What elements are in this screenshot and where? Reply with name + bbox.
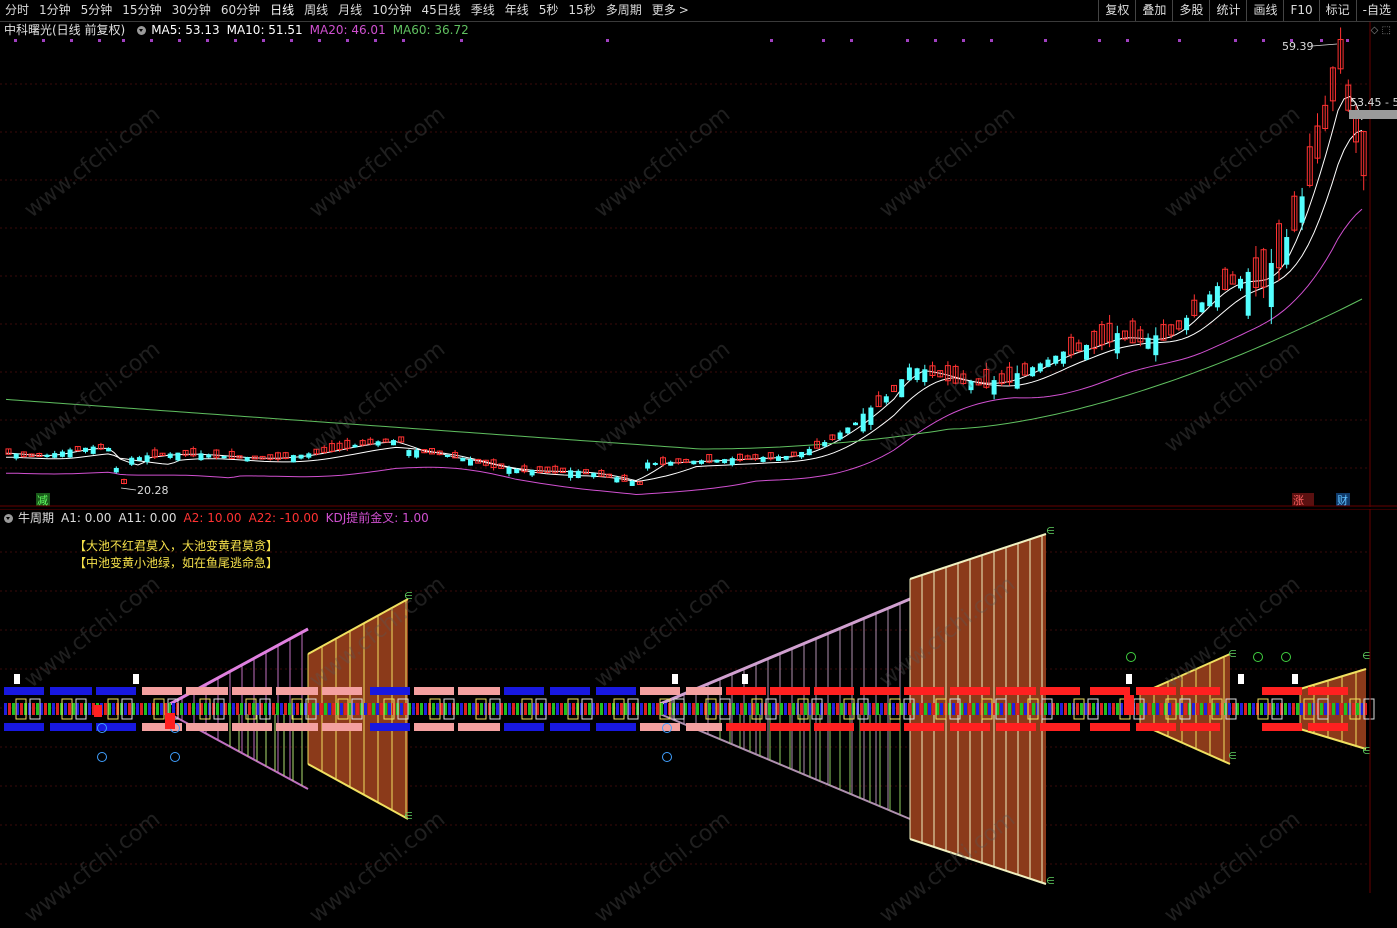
low-price-label: 20.28	[137, 484, 169, 497]
indicator-menu-icon[interactable]	[4, 513, 13, 523]
kline-canvas: 59.39 53.45 - 5 20.28 减 涨 财	[0, 22, 1397, 507]
tab-daily[interactable]: 日线	[265, 0, 299, 21]
kline-panel[interactable]: 中科曙光(日线 前复权) MA5: 53.13 MA10: 51.51 MA20…	[0, 22, 1397, 507]
indicator-note-1: 【大池不红君莫入，大池变黄君莫贪】	[74, 539, 279, 553]
tab-5min[interactable]: 5分钟	[76, 0, 118, 21]
svg-text:∈: ∈	[404, 811, 413, 822]
svg-text:∈: ∈	[1228, 649, 1237, 660]
tab-5sec[interactable]: 5秒	[534, 0, 564, 21]
current-price-label: 53.45 - 5	[1350, 96, 1397, 109]
svg-text:∈: ∈	[1228, 751, 1237, 762]
chevron-right-icon: >	[678, 3, 689, 17]
overlay-button[interactable]: 叠加	[1135, 0, 1172, 21]
tab-30min[interactable]: 30分钟	[167, 0, 216, 21]
high-price-label: 59.39	[1282, 40, 1314, 53]
param-a2: A2: 10.00	[183, 511, 242, 525]
indicator-note-2: 【中池变黄小池绿，如在鱼尾逃命急】	[74, 556, 279, 570]
mark-button[interactable]: 标记	[1318, 0, 1356, 21]
param-a1: A1: 0.00	[61, 511, 112, 525]
tab-15sec[interactable]: 15秒	[563, 0, 600, 21]
tab-monthly[interactable]: 月线	[333, 0, 367, 21]
svg-text:∈: ∈	[1046, 876, 1055, 887]
multi-stock-button[interactable]: 多股	[1172, 0, 1209, 21]
tab-intraday[interactable]: 分时	[0, 0, 34, 21]
indicator-info-line: 牛周期 A1: 0.00 A11: 0.00 A2: 10.00 A22: -1…	[0, 510, 436, 526]
indicator-title: 牛周期	[18, 511, 55, 525]
period-tabs: 分时 1分钟 5分钟 15分钟 30分钟 60分钟 日线 周线 月线 10分钟 …	[0, 0, 694, 21]
finance-marker: 财	[1337, 493, 1348, 507]
period-toolbar: 分时 1分钟 5分钟 15分钟 30分钟 60分钟 日线 周线 月线 10分钟 …	[0, 0, 1397, 22]
f10-button[interactable]: F10	[1283, 0, 1318, 21]
tab-yearly[interactable]: 年线	[500, 0, 534, 21]
param-kdj: KDJ提前金叉: 1.00	[325, 511, 429, 525]
tab-1min[interactable]: 1分钟	[34, 0, 76, 21]
param-a22: A22: -10.00	[248, 511, 319, 525]
rise-marker: 涨	[1293, 494, 1304, 507]
tab-weekly[interactable]: 周线	[299, 0, 333, 21]
svg-text:∈: ∈	[1046, 526, 1055, 537]
tab-60min[interactable]: 60分钟	[216, 0, 265, 21]
tab-45day[interactable]: 45日线	[416, 0, 465, 21]
tool-buttons: 复权 叠加 多股 统计 画线 F10 标记 -自选	[1098, 0, 1397, 21]
reduce-marker: 减	[37, 494, 48, 507]
draw-line-button[interactable]: 画线	[1246, 0, 1283, 21]
tab-quarterly[interactable]: 季线	[466, 0, 500, 21]
svg-text:∈: ∈	[404, 591, 413, 602]
tab-more[interactable]: 更多 >	[647, 0, 694, 21]
tab-multi-period[interactable]: 多周期	[601, 0, 647, 21]
watchlist-button[interactable]: -自选	[1355, 0, 1397, 21]
svg-text:∈: ∈	[1362, 651, 1371, 662]
indicator-panel[interactable]: ∈ ∈ ∈ ∈ ∈ ∈ ∈ ∈ 牛周期 A1: 0.00 A11: 0.00 A2: 10.0…	[0, 509, 1397, 893]
tab-15min[interactable]: 15分钟	[117, 0, 166, 21]
statistics-button[interactable]: 统计	[1209, 0, 1246, 21]
svg-text:∈: ∈	[1362, 746, 1371, 757]
tab-more-label: 更多	[651, 3, 676, 17]
adjust-button[interactable]: 复权	[1098, 0, 1135, 21]
param-a11: A11: 0.00	[118, 511, 177, 525]
tab-10min[interactable]: 10分钟	[367, 0, 416, 21]
